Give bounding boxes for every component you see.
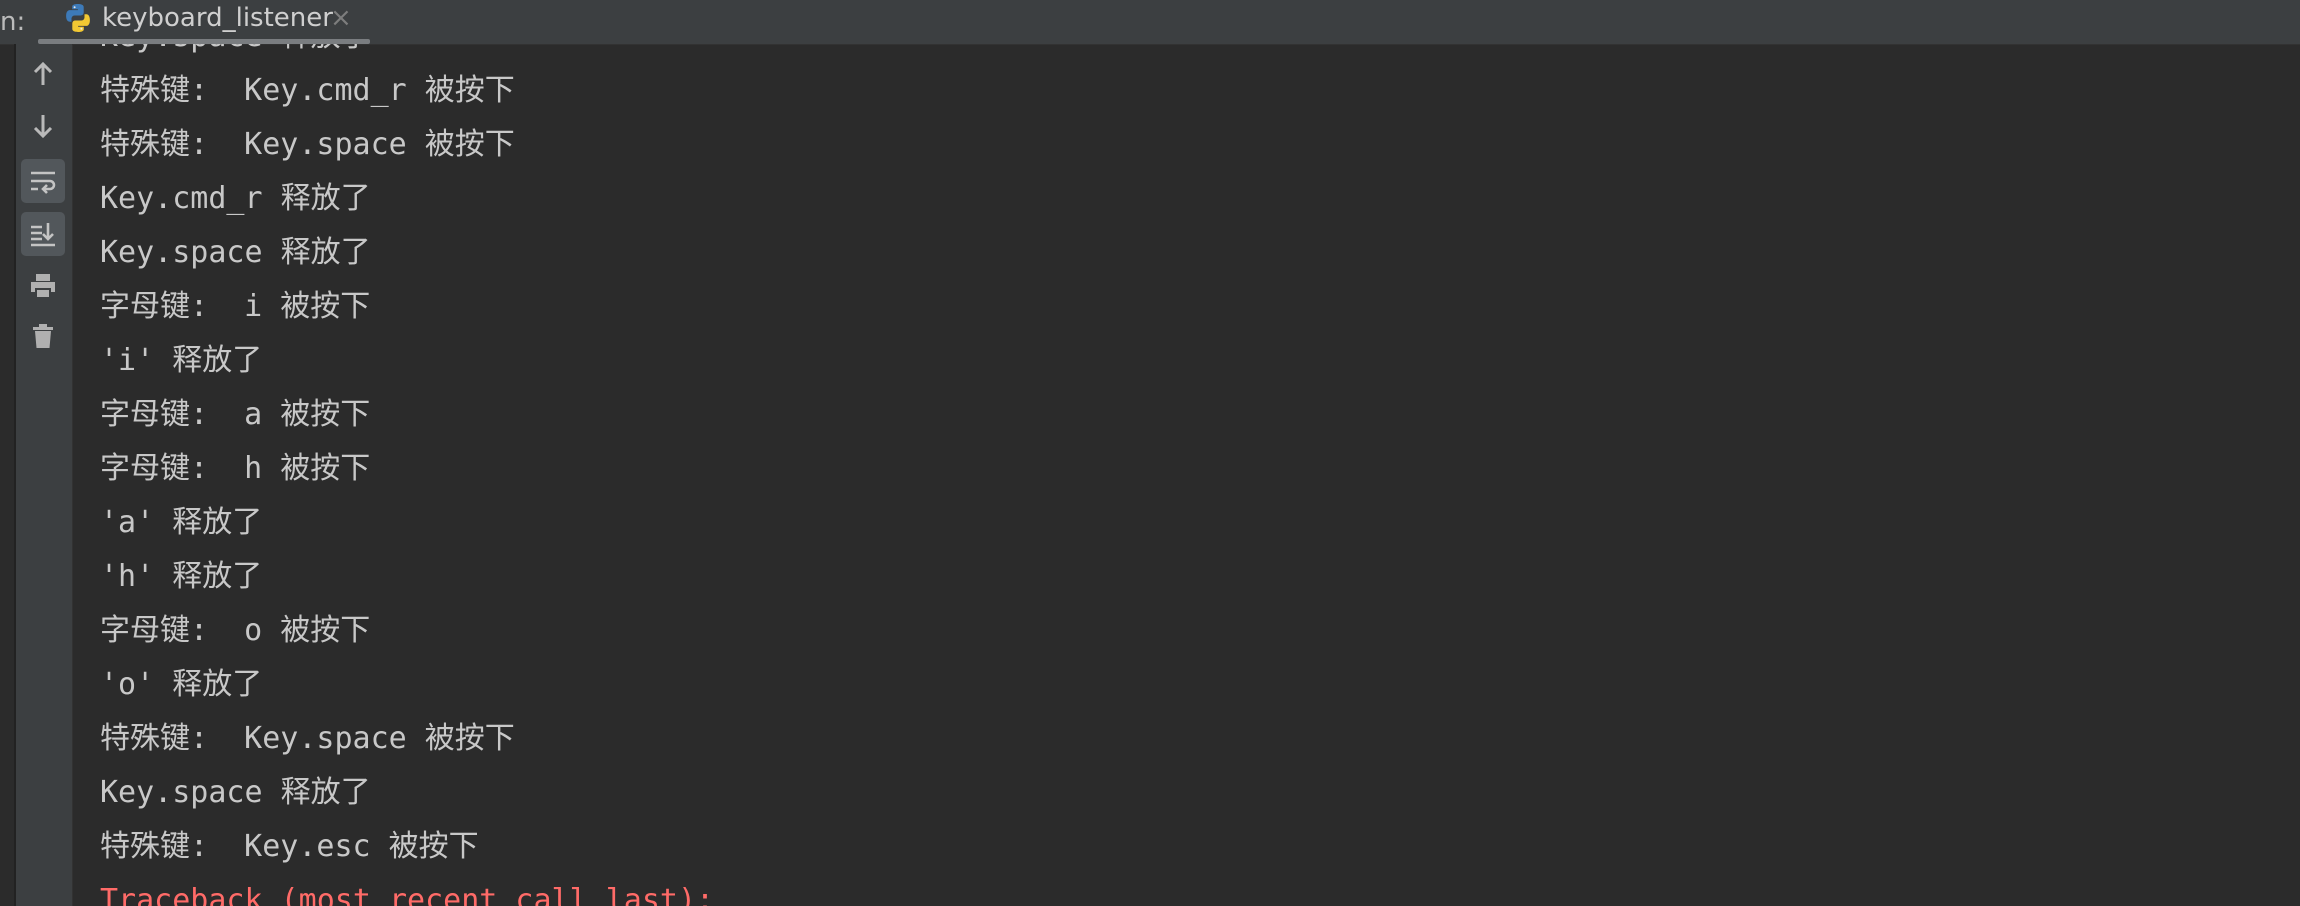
console-output[interactable]: Key.space 释放了 特殊键: Key.cmd_r 被按下 特殊键: Ke… [73,44,2300,906]
console-lines: Key.space 释放了 特殊键: Key.cmd_r 被按下 特殊键: Ke… [100,44,714,906]
console-line: Key.space 释放了 [100,44,714,64]
run-label: n: [0,7,26,37]
console-toolbar [16,44,73,906]
console-line: 特殊键: Key.esc 被按下 [100,829,479,864]
console-line: 'o' 释放了 [100,667,263,702]
python-icon [62,2,94,34]
soft-wrap-icon[interactable] [21,159,65,203]
console-line: 特殊键: Key.cmd_r 被按下 [100,73,515,108]
run-tool-window-header: n: keyboard_listener × [0,0,2300,45]
arrow-down-icon[interactable] [21,104,65,148]
console-line: 字母键: i 被按下 [100,289,371,324]
tab-title: keyboard_listener [102,3,333,33]
arrow-up-icon[interactable] [21,52,65,96]
console-line: Key.space 释放了 [100,235,371,270]
close-icon[interactable]: × [330,0,352,36]
print-icon[interactable] [21,264,65,308]
console-line: Key.space 释放了 [100,775,371,810]
console-line: 'i' 释放了 [100,343,263,378]
console-line: 字母键: o 被按下 [100,613,371,648]
console-line: 'h' 释放了 [100,559,263,594]
console-error-line: Traceback (most recent call last): [100,883,715,906]
tab-keyboard-listener[interactable]: keyboard_listener × [38,0,370,44]
console-line: 字母键: a 被按下 [100,397,371,432]
console-line: 特殊键: Key.space 被按下 [100,127,515,162]
scroll-to-end-icon[interactable] [21,212,65,256]
console-line: 特殊键: Key.space 被按下 [100,721,515,756]
console-line: Key.cmd_r 释放了 [100,181,371,216]
console-line: 'a' 释放了 [100,505,263,540]
console-line: 字母键: h 被按下 [100,451,371,486]
trash-icon[interactable] [21,314,65,358]
